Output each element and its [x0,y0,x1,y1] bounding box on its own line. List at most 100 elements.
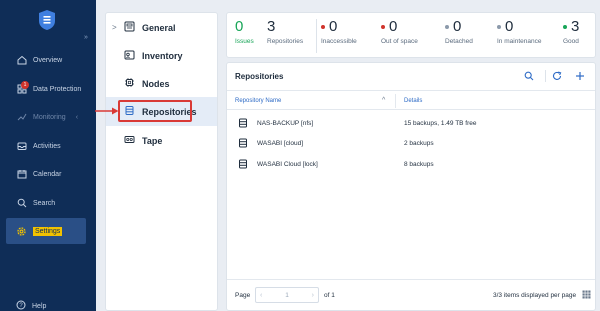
previous-page-icon[interactable]: ‹ [260,292,262,299]
column-divider [395,94,396,108]
column-header-details[interactable]: Details [404,98,422,104]
sidebar-item-overview[interactable]: Overview [6,49,86,71]
sidebar-item-search[interactable]: Search [6,192,86,214]
current-page-input[interactable]: 1 [285,292,289,299]
settings-item-label: Nodes [142,78,170,89]
help-icon: ? [16,300,26,311]
settings-menu: > General Inventory Nodes Repositories T… [105,12,218,311]
sidebar-item-calendar[interactable]: Calendar [6,163,86,185]
help-link[interactable]: ? Help [16,300,46,311]
stat-value: 0 [235,18,244,35]
chip-icon [124,77,135,90]
app-logo-icon [39,10,55,30]
sidebar-item-label: Overview [33,56,63,64]
settings-item-tape[interactable]: Tape [106,126,217,155]
stat-label: In maintenance [497,38,542,45]
add-repository-button[interactable] [573,69,587,83]
items-per-page-info: 3/3 items displayed per page [493,292,577,299]
footer-divider [227,279,595,280]
sidebar-collapse-button[interactable]: » [84,34,88,41]
stat-good[interactable]: 3 Good [563,18,579,45]
calendar-icon [16,169,27,180]
stat-value: 3 [571,18,580,35]
search-icon [16,198,27,209]
status-dot [563,24,567,29]
stats-divider [316,19,317,53]
sort-ascending-icon[interactable]: ^ [382,97,385,104]
repository-details: 8 backups [404,161,434,168]
status-dot [445,24,449,29]
repository-name: WASABI [cloud] [257,140,303,147]
stat-value: 3 [267,18,276,35]
stat-issues[interactable]: 0 Issues [235,18,254,45]
stat-label: Repositories [267,38,304,45]
gear-icon [16,226,27,237]
page-label: Page [235,292,251,299]
repository-name: WASABI Cloud [lock] [257,161,318,168]
toolbar-divider [545,70,546,82]
search-button[interactable] [522,69,536,83]
database-icon [239,138,247,148]
repository-details: 15 backups, 1.49 TB free [404,120,477,127]
sidebar-item-label: Calendar [33,170,62,178]
status-dot [321,24,325,29]
database-icon [239,159,247,169]
alert-badge: 1 [21,80,29,89]
refresh-button[interactable] [550,69,564,83]
sidebar-item-label: Activities [33,142,61,150]
stat-repositories[interactable]: 3 Repositories [267,18,303,45]
stat-detached[interactable]: 0 Detached [445,18,473,45]
settings-item-label: Tape [142,135,163,146]
table-row[interactable]: WASABI [cloud] 2 backups [227,135,595,152]
sidebar-item-label: Search [33,199,56,207]
repository-name: NAS-BACKUP [nfs] [257,120,314,127]
help-label: Help [32,302,47,310]
settings-item-nodes[interactable]: Nodes [106,69,217,98]
panel-title: Repositories [235,72,284,81]
stat-label: Issues [235,38,254,45]
sidebar-item-settings[interactable]: Settings [6,218,86,244]
inventory-icon [124,49,135,62]
stat-label: Detached [445,38,473,45]
sidebar-item-data-protection[interactable]: 1 Data Protection [6,78,86,100]
stat-label: Good [563,38,579,45]
sidebar-item-monitoring[interactable]: Monitoring ‹ [6,106,86,128]
status-dot [497,24,501,29]
home-icon [16,55,27,66]
stat-inaccessible[interactable]: 0 Inaccessible [321,18,357,45]
main-sidebar: » Overview 1 Data Protection Monitoring … [0,0,96,311]
general-icon [124,21,135,34]
stats-bar: 0 Issues 3 Repositories 0 Inaccessible 0… [226,12,596,58]
search-icon [524,71,534,81]
settings-item-general[interactable]: > General [106,13,217,42]
repositories-panel: Repositories Repository Name ^ Details N… [226,62,596,311]
grid-icon: 1 [16,80,29,95]
pagination-control: ‹ 1 › [255,287,319,303]
annotation-arrow [95,107,119,115]
table-row[interactable]: WASABI Cloud [lock] 8 backups [227,156,595,173]
next-page-icon[interactable]: › [312,292,314,299]
annotation-highlight-box [118,100,192,122]
trend-icon [16,112,27,123]
chevron-left-icon: ‹ [75,113,79,121]
table-row[interactable]: NAS-BACKUP [nfs] 15 backups, 1.49 TB fre… [227,115,595,132]
stat-value: 0 [505,18,514,35]
status-dot [381,24,385,29]
total-pages: of 1 [324,292,335,299]
chevron-right-icon[interactable]: > [112,23,117,32]
sidebar-item-activities[interactable]: Activities [6,135,86,157]
repository-details: 2 backups [404,140,434,147]
stat-in-maintenance[interactable]: 0 In maintenance [497,18,541,45]
stat-out-of-space[interactable]: 0 Out of space [381,18,418,45]
panel-divider [227,90,595,91]
settings-item-label: General [142,22,176,33]
stat-label: Inaccessible [321,38,357,45]
sidebar-item-label: Data Protection [33,85,82,93]
column-settings-icon[interactable] [582,290,591,299]
plus-icon [576,72,584,80]
database-icon [239,118,247,128]
stat-value: 0 [389,18,398,35]
refresh-icon [553,71,562,80]
column-header-name[interactable]: Repository Name [235,98,281,104]
settings-item-inventory[interactable]: Inventory [106,41,217,70]
